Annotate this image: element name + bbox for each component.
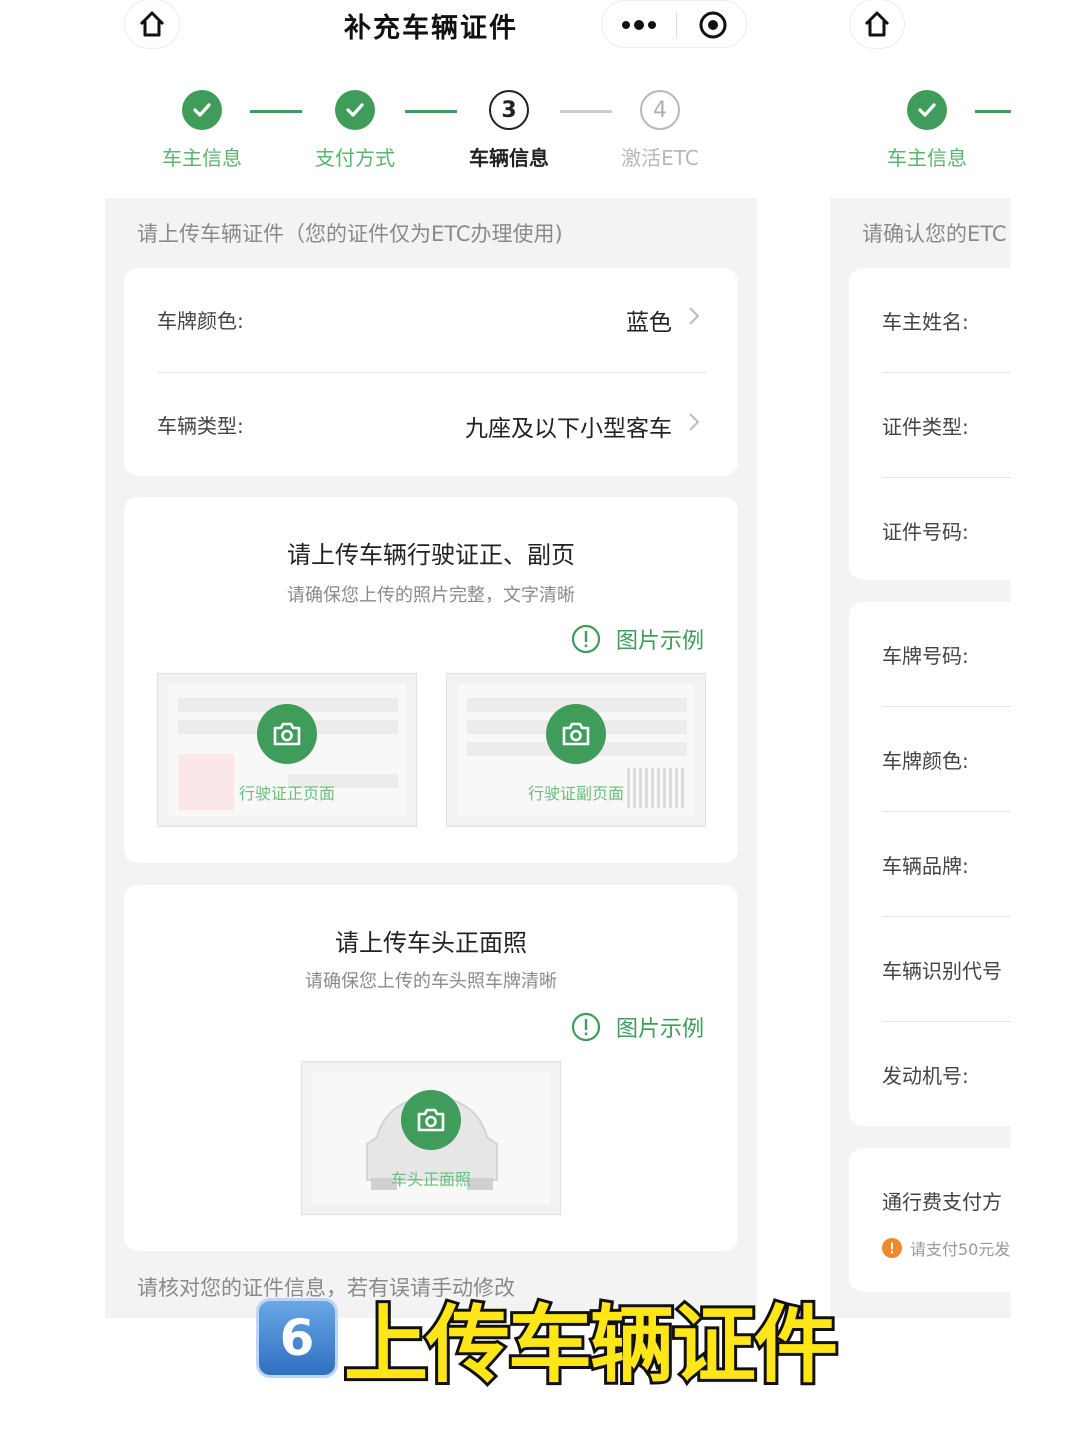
row-value: 九座及以下小型客车 [465,416,672,442]
section-hint: 请确认您的ETC [862,222,1007,246]
example-label: 图片示例 [615,629,704,654]
more-dots-icon [622,20,656,30]
warning-icon [882,1238,902,1258]
row-label: 车牌号码: [882,644,969,668]
license-upload-card: 请上传车辆行驶证正、副页 请确保您上传的照片完整，文字清晰 图片示例 行驶证正页… [124,497,738,863]
row-label: 车主姓名: [882,310,969,334]
front-photo-upload-card: 请上传车头正面照 请确保您上传的车头照车牌清晰 图片示例 车头正面照 [124,885,738,1251]
row-label: 车牌颜色: [882,749,969,773]
row-label: 车辆类型: [157,414,244,438]
camera-icon [257,704,317,764]
chevron-right-icon [689,307,700,325]
capsule-divider [676,12,677,38]
step-owner-info: 车主信息 [862,88,992,171]
check-icon [907,90,947,130]
check-icon [182,90,222,130]
toll-title: 通行费支付方 [882,1190,1002,1214]
step-caption: 上传车辆证件 [341,1293,841,1397]
step-label: 车主信息 [887,146,967,170]
content-area: 请确认您的ETC 车主姓名: 证件类型: 证件号码: 车牌号码: 车牌颜色: 车… [830,198,1011,1318]
step-number-circle: 3 [489,90,529,130]
menu-capsule [601,0,747,48]
section-hint: 请上传车辆证件（您的证件仅为ETC办理使用) [137,222,563,246]
upload-subtitle: 请确保您上传的车头照车牌清晰 [305,971,557,992]
owner-info-card: 车主姓名: 证件类型: 证件号码: [849,268,1011,580]
row-label: 车辆识别代号 [882,959,1002,983]
row-label: 证件号码: [882,520,969,544]
toll-notice-text: 请支付50元发 [910,1240,1011,1259]
vehicle-info-card: 车牌号码: 车牌颜色: 车辆品牌: 车辆识别代号 发动机号: [849,602,1011,1126]
license-front-upload[interactable]: 行驶证正页面 [157,673,417,827]
vehicle-info-card: 车牌颜色: 蓝色 车辆类型: 九座及以下小型客车 [124,268,738,476]
confirm-etc-info-screen: 车主信息 请确认您的ETC 车主姓名: 证件类型: 证件号码: 车牌号码: 车牌… [830,0,1011,1318]
step-payment: 支付方式 [290,88,420,171]
close-miniprogram-button[interactable] [678,1,748,49]
example-label: 图片示例 [615,1017,704,1042]
slot-label: 车头正面照 [390,1170,471,1189]
example-link[interactable]: 图片示例 [570,623,704,655]
nav-bar: 补充车辆证件 [105,0,757,60]
row-divider [882,916,1011,917]
slot-label: 行驶证正页面 [238,784,335,803]
progress-steps: 车主信息 支付方式 3 车辆信息 4 激活ETC [105,88,757,178]
step-label: 车辆信息 [469,146,549,170]
step-caption-overlay: 6 上传车辆证件 [256,1288,841,1397]
row-label: 车辆品牌: [882,854,969,878]
upload-vehicle-documents-screen: 补充车辆证件 车主信息 支付方式 3 车辆信息 4 激活ETC 请上传车辆证件（… [105,0,757,1318]
row-divider [157,372,707,373]
home-button[interactable] [850,0,904,48]
step-owner-info: 车主信息 [137,88,267,171]
row-label: 证件类型: [882,415,969,439]
camera-icon [546,704,606,764]
home-icon [864,11,890,37]
upload-subtitle: 请确保您上传的照片完整，文字清晰 [287,585,575,606]
example-link[interactable]: 图片示例 [570,1011,704,1043]
toll-notice: 请支付50元发 [882,1236,1010,1260]
row-label: 车牌颜色: [157,309,244,333]
info-icon [571,624,601,654]
row-value: 蓝色 [626,310,672,336]
step-label: 激活ETC [621,146,699,170]
target-icon [699,11,727,39]
chevron-right-icon [689,413,700,431]
more-button[interactable] [602,1,676,49]
step-activate-etc: 4 激活ETC [595,88,725,171]
row-divider [882,372,1011,373]
step-vehicle-info: 3 车辆信息 [444,88,574,171]
content-area: 请上传车辆证件（您的证件仅为ETC办理使用) 车牌颜色: 蓝色 车辆类型: 九座… [105,198,757,1318]
row-label: 发动机号: [882,1064,969,1088]
step-label: 支付方式 [315,146,395,170]
info-icon [571,1012,601,1042]
upload-title: 请上传车头正面照 [335,929,527,957]
row-divider [882,811,1011,812]
row-divider [882,477,1011,478]
license-back-upload[interactable]: 行驶证副页面 [446,673,706,827]
row-divider [882,1021,1011,1022]
car-front-upload[interactable]: 车头正面照 [301,1061,561,1215]
step-label: 车主信息 [162,146,242,170]
slot-label: 行驶证副页面 [527,784,624,803]
step-connector [975,110,1011,113]
camera-icon [401,1090,461,1150]
upload-title: 请上传车辆行驶证正、副页 [287,541,575,569]
toll-payment-card: 通行费支付方 请支付50元发 [849,1148,1011,1292]
step-number-badge: 6 [256,1298,338,1378]
step-number-circle: 4 [640,90,680,130]
row-divider [882,706,1011,707]
check-icon [335,90,375,130]
